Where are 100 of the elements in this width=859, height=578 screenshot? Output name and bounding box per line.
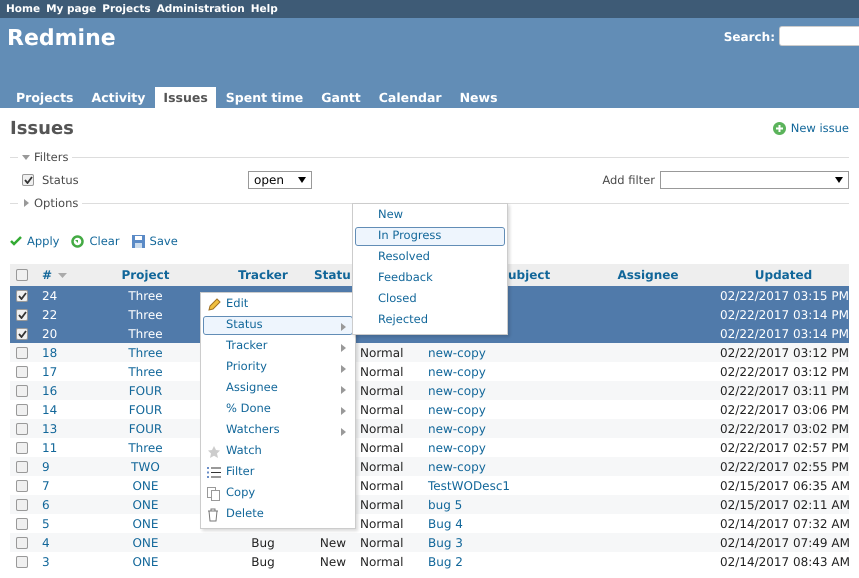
issue-number[interactable]: 18: [34, 343, 73, 362]
checkbox[interactable]: [16, 384, 28, 396]
checkbox[interactable]: [16, 346, 28, 358]
issue-number[interactable]: 14: [34, 400, 73, 419]
project-name[interactable]: ONE: [73, 552, 218, 571]
checkbox[interactable]: [16, 422, 28, 434]
status-option[interactable]: Resolved: [355, 248, 505, 267]
status-option[interactable]: In Progress: [355, 227, 505, 246]
checkbox[interactable]: [22, 174, 34, 186]
top-menu-link[interactable]: Administration: [156, 3, 245, 15]
status-option[interactable]: Rejected: [355, 311, 505, 330]
top-menu-link[interactable]: Help: [250, 3, 278, 15]
updated-date: 02/22/2017 02:55 PM: [718, 457, 849, 476]
trash-icon: [207, 508, 219, 522]
nav-tab[interactable]: Spent time: [218, 87, 312, 108]
nav-tab[interactable]: Gantt: [313, 87, 369, 108]
issue-number[interactable]: 5: [34, 514, 73, 533]
subject-link[interactable]: new-copy: [416, 362, 578, 381]
priority-cell: Normal: [358, 362, 416, 381]
add-filter-label: Add filter: [602, 173, 655, 187]
submenu-arrow-icon: [341, 344, 346, 352]
nav-tab[interactable]: News: [452, 87, 506, 108]
query-action-link[interactable]: Clear: [71, 234, 120, 248]
updated-date: 02/22/2017 03:06 PM: [718, 400, 849, 419]
operator-select[interactable]: open: [248, 171, 312, 189]
checkbox[interactable]: [16, 328, 28, 340]
subject-link[interactable]: new-copy: [416, 457, 578, 476]
add-filter-select[interactable]: [660, 171, 849, 189]
issue-number[interactable]: 24: [34, 286, 73, 305]
issue-number[interactable]: 13: [34, 419, 73, 438]
search-field[interactable]: [779, 26, 859, 46]
issue-number[interactable]: 7: [34, 476, 73, 495]
issue-number[interactable]: 20: [34, 324, 73, 343]
subject-link[interactable]: Bug 3: [416, 533, 578, 552]
subject-link[interactable]: Bug 2: [416, 552, 578, 571]
column-header[interactable]: #: [42, 268, 52, 282]
context-menu-item[interactable]: Watchers: [203, 421, 353, 440]
subject-link[interactable]: Bug 4: [416, 514, 578, 533]
checkbox[interactable]: [16, 518, 28, 530]
issue-number[interactable]: 3: [34, 552, 73, 571]
priority-cell: Normal: [358, 400, 416, 419]
updated-date: 02/22/2017 03:14 PM: [718, 324, 849, 343]
issue-number[interactable]: 11: [34, 438, 73, 457]
submenu-arrow-icon: [341, 386, 346, 394]
top-menu-link[interactable]: Home: [6, 3, 40, 15]
project-name[interactable]: ONE: [73, 533, 218, 552]
subject-link[interactable]: TestWODesc1: [416, 476, 578, 495]
query-action-link[interactable]: Apply: [10, 234, 60, 248]
context-menu-item[interactable]: Assignee: [203, 379, 353, 398]
subject-link[interactable]: new-copy: [416, 381, 578, 400]
issue-number[interactable]: 16: [34, 381, 73, 400]
column-header[interactable]: ubject: [508, 268, 550, 282]
issue-number[interactable]: 6: [34, 495, 73, 514]
site-title: Redmine: [7, 26, 116, 51]
top-menu-link[interactable]: Projects: [102, 3, 151, 15]
subject-link[interactable]: new-copy: [416, 343, 578, 362]
nav-tab[interactable]: Issues: [155, 87, 216, 108]
options-toggle[interactable]: Options: [22, 196, 78, 210]
star-icon: [207, 445, 221, 459]
checkbox[interactable]: [16, 460, 28, 472]
subject-link[interactable]: bug 5: [416, 495, 578, 514]
priority-cell: Normal: [358, 514, 416, 533]
triangle-icon: [22, 199, 30, 207]
status-option[interactable]: New: [355, 206, 505, 225]
nav-tab[interactable]: Projects: [8, 87, 82, 108]
subject-link[interactable]: new-copy: [416, 400, 578, 419]
nav-tab[interactable]: Activity: [84, 87, 154, 108]
checkbox[interactable]: [16, 480, 28, 492]
top-menu-link[interactable]: My page: [46, 3, 96, 15]
checkbox[interactable]: [16, 442, 28, 454]
checkbox[interactable]: [16, 556, 28, 568]
updated-date: 02/15/2017 02:11 AM: [718, 495, 849, 514]
checkbox[interactable]: [16, 269, 28, 281]
filter-label: Status: [42, 173, 80, 187]
updated-date: 02/22/2017 03:11 PM: [718, 381, 849, 400]
context-menu-item[interactable]: Status: [203, 316, 353, 335]
nav-tab[interactable]: Calendar: [370, 87, 450, 108]
issue-row[interactable]: 4 ONE Bug New Normal Bug 3 02/14/2017 07:49 AM: [10, 533, 849, 552]
plus-circle-icon: [772, 122, 786, 134]
context-menu-item[interactable]: % Done: [203, 400, 353, 419]
checkbox[interactable]: [16, 308, 28, 320]
issue-number[interactable]: 17: [34, 362, 73, 381]
checkbox[interactable]: [16, 498, 28, 510]
status-option[interactable]: Closed: [355, 290, 505, 309]
issue-row[interactable]: 3 ONE Bug New Normal Bug 2 02/14/2017 08:43 AM: [10, 552, 849, 571]
query-action-link[interactable]: Save: [132, 234, 178, 248]
checkbox[interactable]: [16, 290, 28, 302]
checkbox[interactable]: [16, 366, 28, 378]
filters-toggle[interactable]: Filters: [22, 150, 68, 164]
new-issue-link[interactable]: New issue: [772, 121, 849, 135]
subject-link[interactable]: new-copy: [416, 419, 578, 438]
submenu-arrow-icon: [341, 428, 346, 436]
issue-number[interactable]: 9: [34, 457, 73, 476]
checkbox[interactable]: [16, 404, 28, 416]
issue-number[interactable]: 4: [34, 533, 73, 552]
priority-cell: Normal: [358, 438, 416, 457]
status-option[interactable]: Feedback: [355, 269, 505, 288]
subject-link[interactable]: new-copy: [416, 438, 578, 457]
checkbox[interactable]: [16, 536, 28, 548]
issue-number[interactable]: 22: [34, 305, 73, 324]
